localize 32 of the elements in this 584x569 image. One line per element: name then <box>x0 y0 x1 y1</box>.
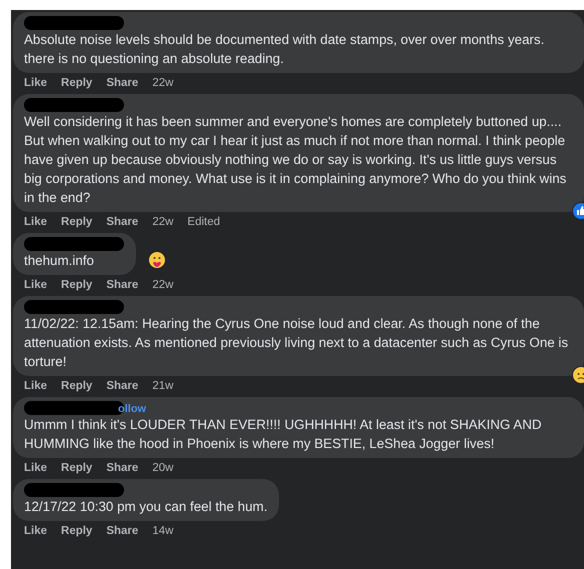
action-link[interactable]: Share <box>106 216 138 228</box>
comment-text: 11/02/22: 12.15am: Hearing the Cyrus One noise loud and clear. As though none of the attenuation exists. As mentioned previously living next to a datacenter such as Cyrus One is torture! <box>24 315 570 371</box>
action-link[interactable]: Like <box>24 279 48 291</box>
timestamp[interactable]: 21w <box>152 380 174 392</box>
action-link[interactable]: Share <box>106 77 138 89</box>
comment-text: Well considering it has been summer and everyone's homes are completely buttoned up.... But when walking out to my car I hear it just as much if not more than normal. I think people have given up because obviously nothing we do or say is working. It's us little guys versus big corporations and money. What use is it in complaining anymore? Who do you think wins in the end? <box>24 113 568 207</box>
action-link[interactable]: Like <box>24 525 48 537</box>
action-link[interactable]: Share <box>106 380 138 392</box>
action-link[interactable]: Like <box>24 380 48 392</box>
action-link[interactable]: Like <box>24 216 48 228</box>
comment-text: 12/17/22 10:30 pm you can feel the hum. <box>24 498 268 516</box>
action-link[interactable]: Like <box>24 462 48 474</box>
comment-text: Ummm I think it's LOUDER THAN EVER!!!! UGHHHHH! At least it's not SHAKING AND HUMMING like the hood in Phoenix is where my BESTIE, LeShea Jogger lives! <box>24 416 543 453</box>
action-link[interactable]: Reply <box>61 525 92 537</box>
timestamp[interactable]: 22w <box>152 77 174 89</box>
timestamp[interactable]: 14w <box>152 525 174 537</box>
action-link[interactable]: Reply <box>61 462 92 474</box>
timestamp[interactable]: 20w <box>152 462 174 474</box>
action-link[interactable]: Like <box>24 77 48 89</box>
action-link[interactable]: Share <box>106 525 138 537</box>
hugging-emoji-icon <box>148 251 166 269</box>
edited-label: Edited <box>187 216 220 228</box>
action-link[interactable]: Reply <box>61 380 92 392</box>
timestamp[interactable]: 22w <box>152 216 174 228</box>
action-link[interactable]: Reply <box>61 216 92 228</box>
comment-text: thehum.info <box>24 252 95 270</box>
action-link[interactable]: Reply <box>61 77 92 89</box>
comment-text: Absolute noise levels should be documented with date stamps, over over months years. there is no questioning an absolute reading. <box>24 31 546 68</box>
timestamp[interactable]: 22w <box>152 279 174 291</box>
action-link[interactable]: Reply <box>61 279 92 291</box>
action-link[interactable]: Share <box>106 279 138 291</box>
action-link[interactable]: Share <box>106 462 138 474</box>
